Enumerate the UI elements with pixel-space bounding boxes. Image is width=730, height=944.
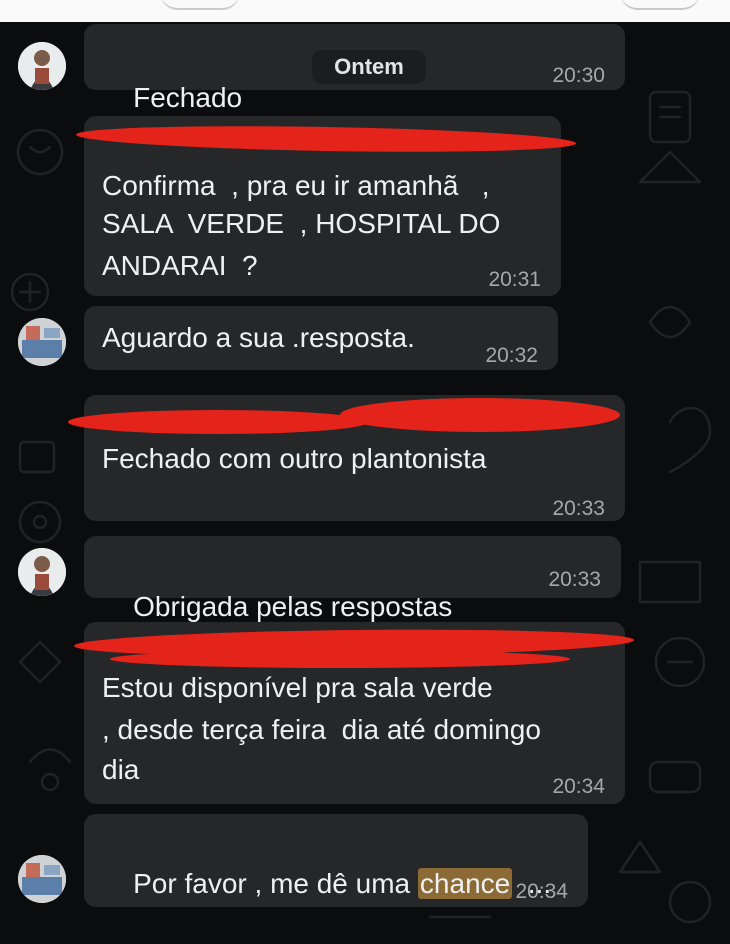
message-bubble[interactable]: Obrigada pelas respostas 20:33 — [84, 536, 621, 661]
message-text-line: SALA VERDE , HOSPITAL DO — [102, 208, 501, 239]
message-time: 20:32 — [485, 344, 538, 367]
message-text-line: , desde terça feira dia até domingo — [102, 714, 541, 745]
avatar[interactable] — [18, 42, 66, 90]
avatar[interactable] — [18, 318, 66, 366]
message-text: Aguardo a sua .resposta. — [102, 322, 415, 353]
redaction-mark — [340, 398, 620, 432]
avatar[interactable] — [18, 548, 66, 596]
message-text-line: ANDARAI ? — [102, 250, 258, 281]
message-time: 20:30 — [552, 64, 605, 87]
message-text-line: dia — [102, 754, 140, 785]
redaction-mark — [110, 650, 570, 668]
message-time: 20:33 — [548, 568, 601, 591]
message-bubble[interactable]: Por favor , me dê uma chance ... 20:34 — [84, 814, 588, 907]
message-text: Por favor , me dê uma chance ... — [133, 868, 552, 899]
message-text-line: Confirma , pra eu ir amanhã , — [102, 170, 490, 201]
message-time: 20:34 — [515, 880, 568, 903]
message-time: 20:34 — [552, 775, 605, 798]
message-bubble[interactable]: Aguardo a sua .resposta. 20:32 — [84, 306, 558, 370]
date-chip: Ontem — [312, 50, 426, 84]
redaction-mark — [68, 410, 368, 434]
message-text-line: Estou disponível pra sala verde — [102, 672, 493, 703]
message-time: 20:33 — [552, 497, 605, 520]
message-time: 20:31 — [488, 268, 541, 291]
top-edge — [0, 0, 730, 22]
search-highlight: chance — [417, 868, 513, 899]
message-text: Fechado com outro plantonista — [102, 443, 487, 474]
avatar[interactable] — [18, 855, 66, 903]
